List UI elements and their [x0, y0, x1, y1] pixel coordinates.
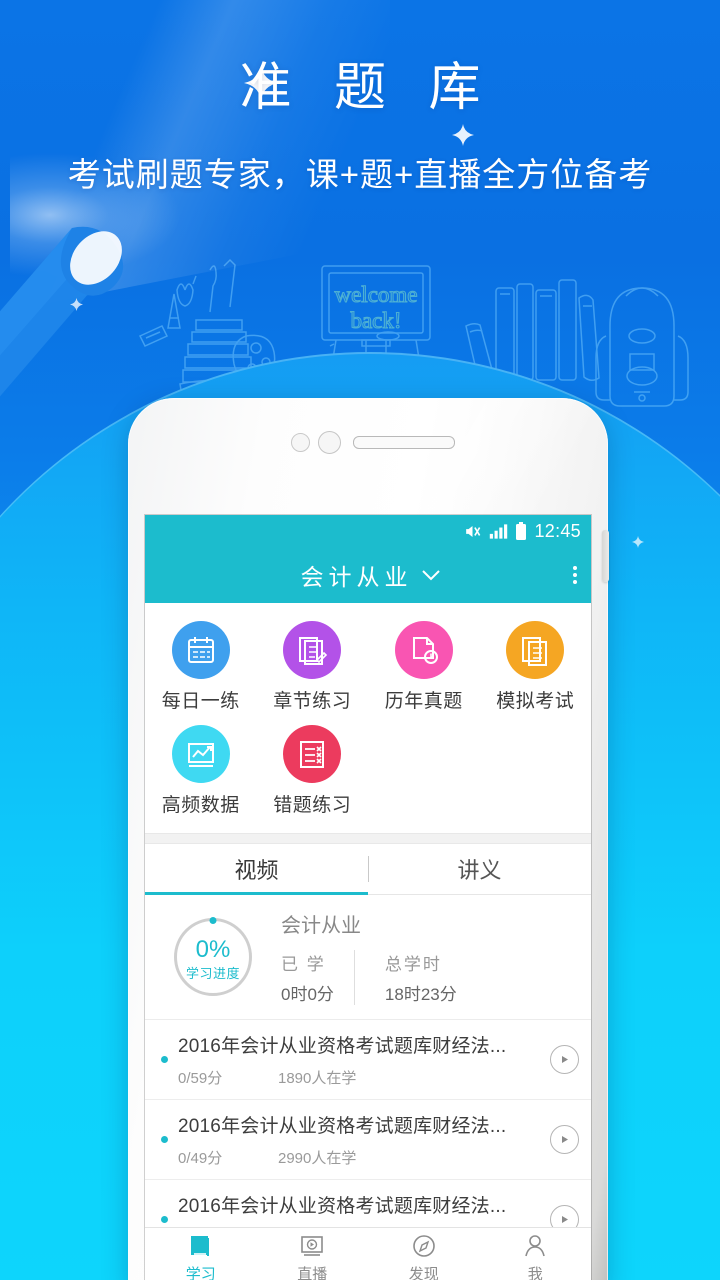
nav-label: 学习	[185, 1265, 216, 1280]
progress-details: 会计从业 已 学 0时0分 总学时 18时23分	[281, 909, 591, 1005]
feature-grid-row: 每日一练 章节练习 历年真题 模拟考试	[145, 617, 591, 721]
grid-item-daily-practice[interactable]: 每日一练	[145, 617, 257, 721]
nav-item-live[interactable]: 直播	[257, 1228, 369, 1280]
app-title-text: 会计从业	[300, 564, 413, 590]
person-icon	[525, 1234, 546, 1256]
mute-icon	[466, 525, 481, 537]
sensor-icon	[291, 433, 310, 452]
lesson-title: 2016年会计从业资格考试题库财经法...	[178, 1036, 507, 1057]
lesson-learners: 1890人在学	[278, 1070, 357, 1087]
grid-item-label: 章节练习	[273, 691, 352, 712]
lesson-text: 2016年会计从业资格考试题库财经法... 0/59分 1890人在学	[178, 1031, 542, 1088]
nav-label: 发现	[408, 1265, 439, 1280]
play-icon[interactable]	[550, 1045, 579, 1074]
chart-icon	[171, 725, 230, 783]
bullet-icon	[161, 1056, 168, 1063]
lesson-title: 2016年会计从业资格考试题库财经法...	[178, 1196, 507, 1217]
grid-item-past-exams[interactable]: 历年真题	[368, 617, 480, 721]
front-camera-icon	[318, 431, 341, 454]
grid-item-wrong-questions[interactable]: 错题练习	[257, 721, 369, 825]
earpiece-speaker	[353, 436, 455, 449]
promo-headline: 准 题 库 考试刷题专家，课+题+直播全方位备考	[0, 62, 720, 196]
tab-label: 讲义	[457, 858, 502, 883]
studied-stat: 已 学 0时0分	[281, 950, 354, 1005]
grid-item-mock-exam[interactable]: 模拟考试	[480, 617, 592, 721]
grid-item-chapter-practice[interactable]: 章节练习	[257, 617, 369, 721]
live-screen-icon	[301, 1235, 324, 1256]
grid-item-label: 高频数据	[161, 795, 240, 816]
lesson-title: 2016年会计从业资格考试题库财经法...	[178, 1116, 507, 1137]
table-row[interactable]: 2016年会计从业资格考试题库财经法... 0/59分 1890人在学	[145, 1020, 591, 1100]
section-divider	[145, 833, 591, 844]
status-time: 12:45	[534, 520, 581, 541]
progress-ring: 0% 学习进度	[174, 917, 252, 996]
lesson-score: 0/49分	[178, 1150, 223, 1167]
studied-label: 已 学	[281, 955, 326, 974]
wrong-list-icon	[283, 725, 342, 783]
lesson-learners: 2990人在学	[278, 1150, 357, 1167]
grid-item-high-frequency-data[interactable]: 高频数据	[145, 721, 257, 825]
status-bar: 12:45	[145, 515, 591, 547]
grid-item-empty	[368, 721, 480, 825]
phone-screen: 12:45 会计从业 每日一练 章节练习 历年真题 模拟考试 高频数据 错题练习…	[145, 515, 591, 1280]
compass-icon	[412, 1234, 435, 1257]
feature-grid: 每日一练 章节练习 历年真题 模拟考试 高频数据 错题练习	[145, 603, 591, 833]
table-row[interactable]: 2016年会计从业资格考试题库财经法... 0/49分 2990人在学	[145, 1100, 591, 1180]
signal-icon	[490, 523, 508, 539]
progress-ring-dot	[209, 917, 217, 924]
progress-caption: 学习进度	[185, 966, 240, 981]
nav-label: 我	[527, 1265, 543, 1280]
lesson-meta: 0/49分 2990人在学	[178, 1147, 542, 1168]
document-clock-icon	[394, 621, 453, 679]
power-button[interactable]	[602, 530, 609, 582]
grid-item-label: 模拟考试	[496, 691, 575, 712]
document-pen-icon	[283, 621, 342, 679]
total-stat: 总学时 18时23分	[353, 950, 477, 1005]
grid-item-label: 每日一练	[161, 691, 240, 712]
bullet-icon	[161, 1136, 168, 1143]
document-stack-icon	[506, 621, 565, 679]
progress-stats: 已 学 0时0分 总学时 18时23分	[281, 950, 577, 1005]
total-value: 18时23分	[384, 985, 457, 1004]
phone-mockup: 12:45 会计从业 每日一练 章节练习 历年真题 模拟考试 高频数据 错题练习…	[128, 398, 609, 1280]
lesson-meta: 0/59分 1890人在学	[178, 1067, 542, 1088]
grid-item-label: 错题练习	[273, 795, 352, 816]
tab-label: 视频	[234, 858, 279, 883]
studied-value: 0时0分	[281, 985, 334, 1004]
play-icon[interactable]	[550, 1125, 579, 1154]
nav-item-profile[interactable]: 我	[480, 1228, 592, 1280]
progress-percent: 0%	[195, 936, 231, 963]
promo-screenshot: welcome back! 准 题 库 考试刷题专家，课+题+直播全方位备考 1…	[0, 0, 720, 1280]
grid-item-empty	[480, 721, 592, 825]
lesson-list: 2016年会计从业资格考试题库财经法... 0/59分 1890人在学 2016…	[145, 1020, 591, 1260]
nav-label: 直播	[297, 1265, 328, 1280]
app-bar: 会计从业	[145, 547, 591, 603]
bullet-icon	[161, 1216, 168, 1223]
study-progress-panel: 0% 学习进度 会计从业 已 学 0时0分 总学时 18时23分	[145, 895, 591, 1020]
content-tabs: 视频 讲义	[145, 844, 591, 895]
chevron-down-icon	[421, 570, 440, 581]
tab-video[interactable]: 视频	[145, 844, 368, 895]
bottom-navigation: 学习 直播 发现 我	[145, 1227, 591, 1280]
lesson-score: 0/59分	[178, 1070, 223, 1087]
app-title-dropdown[interactable]: 会计从业	[145, 558, 591, 592]
total-label: 总学时	[384, 955, 442, 974]
lesson-text: 2016年会计从业资格考试题库财经法... 0/49分 2990人在学	[178, 1111, 542, 1168]
overflow-menu-icon[interactable]	[573, 566, 577, 584]
battery-icon	[516, 522, 527, 540]
book-icon	[190, 1235, 209, 1256]
progress-ring-wrap: 0% 学习进度	[145, 917, 281, 996]
nav-item-discover[interactable]: 发现	[368, 1228, 480, 1280]
promo-subtitle: 考试刷题专家，课+题+直播全方位备考	[67, 156, 653, 193]
nav-item-study[interactable]: 学习	[145, 1228, 257, 1280]
course-name: 会计从业	[281, 915, 361, 937]
feature-grid-row: 高频数据 错题练习	[145, 721, 591, 825]
promo-title: 准 题 库	[239, 59, 495, 117]
calendar-icon	[171, 621, 230, 679]
tab-handout[interactable]: 讲义	[368, 844, 591, 894]
grid-item-label: 历年真题	[384, 691, 463, 712]
